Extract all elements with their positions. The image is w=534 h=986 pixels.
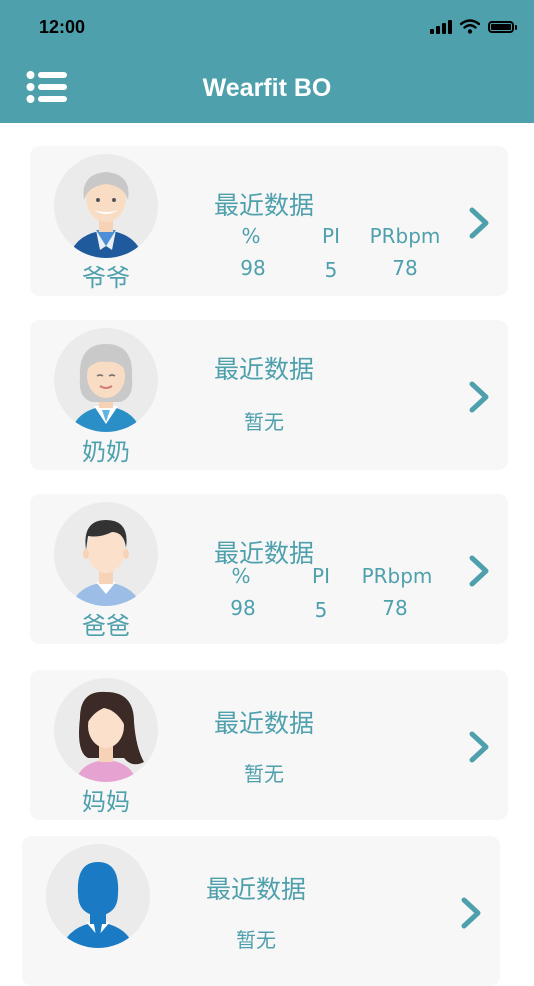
grandma-avatar-icon: [54, 328, 158, 432]
pr-column-header: PRbpm: [361, 564, 433, 588]
spo2-column-header: %: [231, 564, 251, 588]
app-header: 12:00 Wearfit BO: [0, 0, 534, 123]
no-data-text: 暂无: [236, 928, 276, 952]
chevron-right-icon[interactable]: [466, 380, 494, 414]
chevron-right-icon[interactable]: [466, 730, 494, 764]
person-silhouette-icon: [46, 844, 150, 948]
recent-data-label: 最近数据: [214, 191, 315, 220]
pr-value: 78: [392, 256, 418, 280]
recent-data-label: 最近数据: [206, 875, 307, 904]
grandpa-avatar-icon: [54, 154, 158, 258]
member-card-mom[interactable]: 妈妈 最近数据 暂无: [30, 670, 508, 820]
chevron-right-icon[interactable]: [458, 896, 486, 930]
member-name: 妈妈: [82, 788, 130, 816]
member-card-other[interactable]: 最近数据 暂无: [22, 836, 500, 986]
recent-data-label: 最近数据: [214, 355, 315, 384]
spo2-column-header: %: [241, 224, 261, 248]
wifi-icon: [460, 19, 480, 34]
dad-avatar-icon: [54, 502, 158, 606]
member-name: 爷爷: [82, 264, 130, 292]
cellular-signal-icon: [430, 19, 452, 34]
member-card-grandpa[interactable]: 爷爷 最近数据 % PI PRbpm 98 5 78: [30, 146, 508, 296]
page-title: Wearfit BO: [202, 74, 332, 102]
pr-value: 78: [382, 596, 408, 620]
pr-column-header: PRbpm: [369, 224, 441, 248]
spo2-value: 98: [230, 596, 256, 620]
member-card-grandma[interactable]: 奶奶 最近数据 暂无: [30, 320, 508, 470]
chevron-right-icon[interactable]: [466, 206, 494, 240]
battery-icon: [488, 20, 517, 33]
chevron-right-icon[interactable]: [466, 554, 494, 588]
no-data-text: 暂无: [244, 410, 284, 434]
member-name: 奶奶: [82, 438, 130, 466]
status-icons: [430, 19, 517, 34]
spo2-value: 98: [240, 256, 266, 280]
mom-avatar-icon: [54, 678, 158, 782]
member-name: 爸爸: [82, 612, 130, 640]
no-data-text: 暂无: [244, 762, 284, 786]
status-time: 12:00: [39, 17, 86, 37]
recent-data-label: 最近数据: [214, 709, 315, 738]
member-card-dad[interactable]: 爸爸 最近数据 % PI PRbpm 98 5 78: [30, 494, 508, 644]
